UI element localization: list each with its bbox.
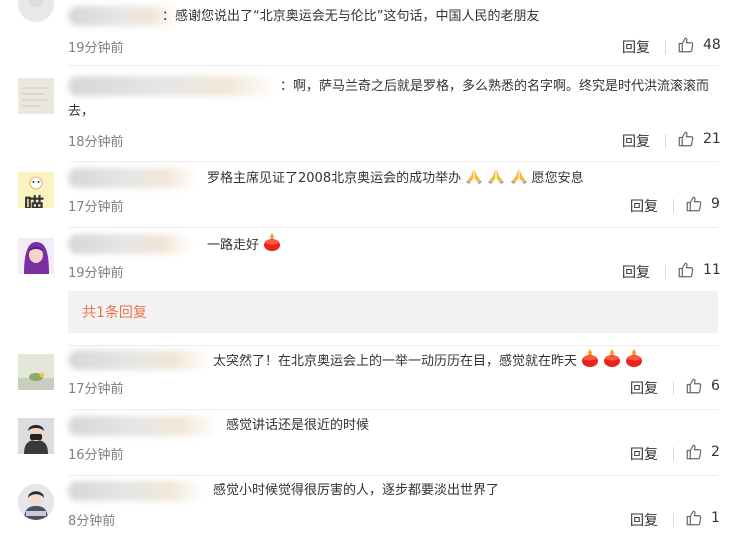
reply-button[interactable]: 回复 bbox=[622, 131, 650, 151]
username-blurred[interactable] bbox=[68, 168, 198, 188]
candle-emoji bbox=[264, 233, 281, 251]
like-button[interactable]: 48 bbox=[677, 36, 721, 54]
avatar-text: 喵 bbox=[24, 193, 44, 208]
divider bbox=[673, 199, 674, 213]
reply-button[interactable]: 回复 bbox=[630, 510, 658, 530]
like-button[interactable]: 21 bbox=[677, 130, 721, 148]
comment-time: 19分钟前 bbox=[68, 266, 124, 281]
divider bbox=[673, 513, 674, 527]
comment-time: 17分钟前 bbox=[68, 382, 124, 397]
reply-button[interactable]: 回复 bbox=[622, 262, 650, 282]
like-button[interactable]: 2 bbox=[685, 443, 720, 461]
username-blurred[interactable] bbox=[68, 234, 193, 254]
thumbs-up-icon bbox=[678, 262, 694, 278]
username-blurred[interactable] bbox=[68, 350, 208, 370]
avatar[interactable] bbox=[18, 78, 54, 114]
comment-item: 感觉小时候觉得很厉害的人，逐步都要淡出世界了 8分钟前 回复 1 bbox=[0, 476, 740, 536]
reply-button[interactable]: 回复 bbox=[630, 196, 658, 216]
divider bbox=[673, 447, 674, 461]
comment-text-row: 太突然了！在北京奥运会上的一举一动历历在目，感觉就在昨天 bbox=[213, 348, 643, 374]
comment-text: ：感谢您说出了“北京奥运会无与伦比”这句话，中国人民的老朋友 bbox=[162, 9, 540, 24]
praying-hands-emoji bbox=[466, 169, 483, 184]
like-button[interactable]: 6 bbox=[685, 377, 720, 395]
username-blurred[interactable] bbox=[68, 416, 218, 436]
username-blurred[interactable] bbox=[68, 481, 203, 501]
reply-button[interactable]: 回复 bbox=[622, 37, 650, 57]
comment-time: 18分钟前 bbox=[68, 135, 124, 150]
thumbs-up-icon bbox=[686, 510, 702, 526]
thumbs-up-icon bbox=[686, 378, 702, 394]
reply-button[interactable]: 回复 bbox=[630, 378, 658, 398]
comment-text: 感觉小时候觉得很厉害的人，逐步都要淡出世界了 bbox=[213, 483, 500, 498]
sub-replies-box: 共1条回复 bbox=[68, 291, 718, 333]
comment-text-tail: 愿您安息 bbox=[531, 171, 584, 186]
comment-text: 感觉讲话还是很近的时候 bbox=[226, 418, 370, 433]
like-count: 11 bbox=[703, 262, 721, 278]
like-button[interactable]: 1 bbox=[685, 509, 720, 527]
candle-emoji bbox=[626, 349, 643, 367]
thumbs-up-icon bbox=[678, 37, 694, 53]
avatar[interactable] bbox=[18, 0, 54, 22]
like-button[interactable]: 9 bbox=[685, 195, 720, 213]
like-button[interactable]: 11 bbox=[677, 261, 721, 279]
comment-time: 17分钟前 bbox=[68, 200, 124, 215]
comment-time: 19分钟前 bbox=[68, 41, 124, 56]
comment-item: ：感谢您说出了“北京奥运会无与伦比”这句话，中国人民的老朋友 19分钟前 回复 … bbox=[0, 0, 740, 66]
comment-time: 16分钟前 bbox=[68, 448, 124, 463]
reply-button[interactable]: 回复 bbox=[630, 444, 658, 464]
thumbs-up-icon bbox=[678, 131, 694, 147]
comment-item: 喵 罗格主席见证了2008北京奥运会的成功举办 愿您安息 17分钟前 回复 9 bbox=[0, 162, 740, 228]
comment-text: 太突然了！在北京奥运会上的一举一动历历在目，感觉就在昨天 bbox=[213, 354, 578, 369]
avatar[interactable] bbox=[18, 418, 54, 454]
comment-item: 感觉讲话还是很近的时候 16分钟前 回复 2 bbox=[0, 410, 740, 476]
comment-text: 罗格主席见证了2008北京奥运会的成功举办 bbox=[207, 171, 462, 186]
divider bbox=[665, 265, 666, 279]
candle-emoji bbox=[582, 349, 599, 367]
avatar[interactable] bbox=[18, 484, 54, 520]
divider bbox=[665, 134, 666, 148]
comment-time: 8分钟前 bbox=[68, 514, 116, 529]
like-count: 9 bbox=[711, 196, 720, 212]
thumbs-up-icon bbox=[686, 444, 702, 460]
avatar[interactable]: 喵 bbox=[18, 172, 54, 208]
view-replies-link[interactable]: 共1条回复 bbox=[82, 302, 147, 322]
thumbs-up-icon bbox=[686, 196, 702, 212]
like-count: 21 bbox=[703, 131, 721, 147]
comment-text: 一路走好 bbox=[207, 238, 260, 253]
comment-item: 太突然了！在北京奥运会上的一举一动历历在目，感觉就在昨天 17分钟前 回复 6 bbox=[0, 346, 740, 410]
divider bbox=[673, 381, 674, 395]
candle-emoji bbox=[604, 349, 621, 367]
like-count: 2 bbox=[711, 444, 720, 460]
praying-hands-emoji bbox=[510, 169, 527, 184]
like-count: 6 bbox=[711, 378, 720, 394]
avatar[interactable] bbox=[18, 354, 54, 390]
praying-hands-emoji bbox=[488, 169, 505, 184]
comment-text-row: 一路走好 bbox=[207, 232, 281, 258]
comment-text-row: 罗格主席见证了2008北京奥运会的成功举办 愿您安息 bbox=[207, 166, 584, 191]
comment-text: ：啊，萨马兰奇之后就是罗格，多么熟悉的名字啊。终究是时代洪流滚滚而去， bbox=[68, 79, 710, 119]
like-count: 48 bbox=[703, 37, 721, 53]
divider bbox=[665, 40, 666, 54]
avatar[interactable] bbox=[18, 238, 54, 274]
comment-item: ：啊，萨马兰奇之后就是罗格，多么熟悉的名字啊。终究是时代洪流滚滚而去， 18分钟… bbox=[0, 66, 740, 162]
like-count: 1 bbox=[711, 510, 720, 526]
